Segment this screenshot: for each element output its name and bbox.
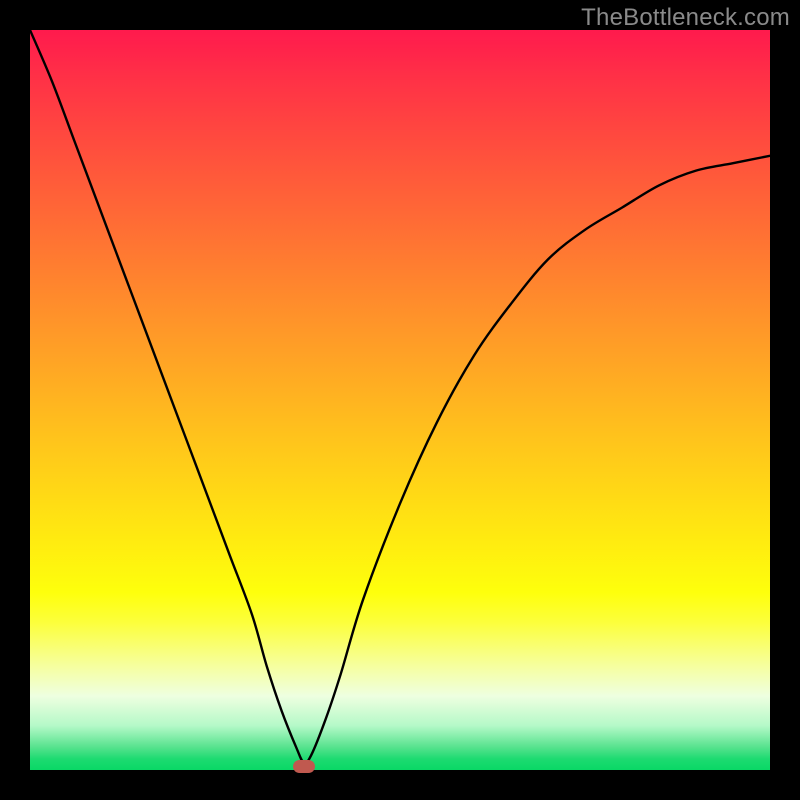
bottleneck-curve-path [30,30,770,763]
chart-area [30,30,770,770]
watermark-text: TheBottleneck.com [581,4,790,32]
optimal-marker [293,760,315,773]
bottleneck-curve-svg [30,30,770,770]
